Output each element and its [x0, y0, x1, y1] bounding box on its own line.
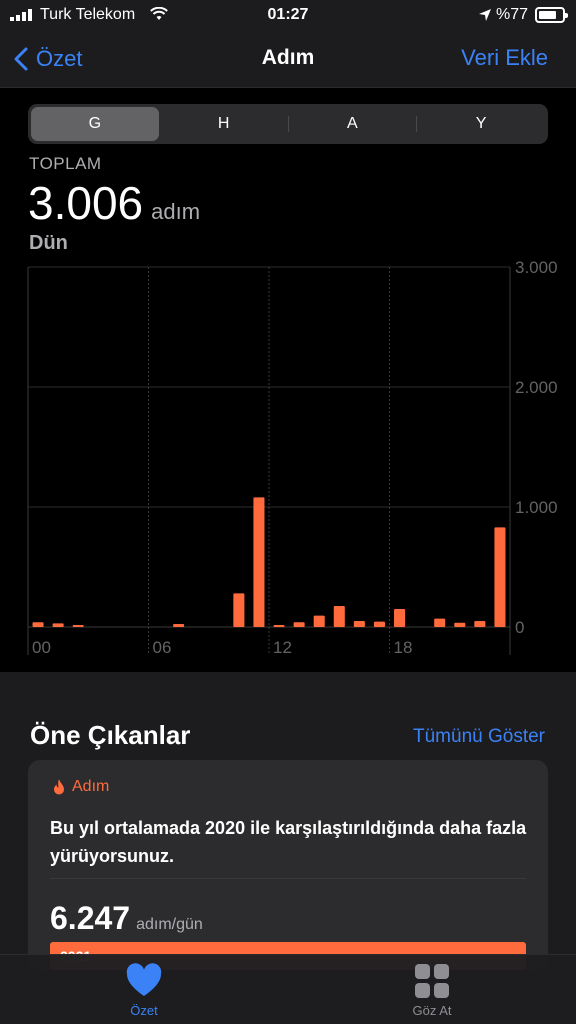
- step-bar: [373, 621, 385, 627]
- average-steps: 6.247 adım/gün: [50, 900, 203, 937]
- battery-percent: %77: [496, 6, 529, 23]
- y-tick-label: 1.000: [515, 498, 558, 517]
- show-all-link[interactable]: Tümünü Göster: [413, 726, 545, 748]
- tab-bar: Özet Göz At: [0, 954, 576, 1024]
- steps-bar-chart[interactable]: 3.0002.0001.000000 06 12 18: [0, 255, 576, 665]
- step-bar: [293, 622, 305, 627]
- step-bar: [474, 621, 486, 627]
- step-bar: [454, 622, 466, 627]
- step-bar: [494, 527, 506, 627]
- average-unit: adım/gün: [136, 916, 203, 933]
- highlight-message: Bu yıl ortalamada 2020 ile karşılaştırıl…: [50, 818, 527, 866]
- period-segmented-control: G H A Y: [28, 104, 548, 144]
- location-arrow-icon: [479, 9, 491, 21]
- step-bar: [32, 622, 44, 627]
- add-data-button[interactable]: Veri Ekle: [461, 45, 548, 71]
- step-bar: [434, 618, 446, 627]
- x-tick-label: 18: [394, 638, 413, 657]
- total-value: 3.006: [28, 177, 144, 229]
- status-bar: Turk Telekom 01:27 %77: [0, 0, 576, 32]
- step-bar: [353, 621, 365, 627]
- flame-icon: [54, 779, 64, 795]
- y-tick-label: 3.000: [515, 258, 558, 277]
- step-bar: [233, 593, 245, 627]
- x-tick-label: 12: [273, 638, 292, 657]
- grid-icon: [415, 964, 449, 998]
- period-label: Dün: [29, 232, 68, 254]
- tab-browse-label: Göz At: [412, 1003, 452, 1018]
- highlight-card[interactable]: Adım Bu yıl ortalamada 2020 ile karşılaş…: [28, 760, 548, 970]
- step-bar: [313, 615, 325, 627]
- step-bar: [52, 623, 64, 627]
- step-bar: [394, 609, 406, 627]
- heart-icon: [126, 963, 162, 996]
- x-tick-label: 06: [153, 638, 172, 657]
- battery-icon: [535, 7, 568, 23]
- step-bar: [72, 625, 84, 627]
- segment-week[interactable]: H: [160, 107, 288, 141]
- step-bar: [173, 624, 185, 627]
- x-tick-label: 00: [32, 638, 51, 657]
- navigation-bar: Özet Adım Veri Ekle: [0, 32, 576, 88]
- step-bar: [333, 606, 345, 627]
- step-bar: [273, 625, 285, 627]
- highlight-tag: Adım: [52, 778, 109, 796]
- total-steps: 3.006 adım: [28, 176, 200, 230]
- segment-month[interactable]: A: [289, 107, 417, 141]
- total-label: TOPLAM: [29, 154, 102, 173]
- total-unit: adım: [151, 199, 201, 224]
- segment-year[interactable]: Y: [417, 107, 545, 141]
- highlights-title: Öne Çıkanlar: [30, 720, 191, 750]
- segment-day[interactable]: G: [31, 107, 159, 141]
- divider: [50, 878, 526, 879]
- y-tick-label: 0: [515, 618, 524, 637]
- highlight-tag-label: Adım: [72, 778, 110, 795]
- tab-summary-label: Özet: [130, 1003, 158, 1018]
- y-tick-label: 2.000: [515, 378, 558, 397]
- average-value: 6.247: [50, 900, 131, 936]
- tab-summary[interactable]: Özet: [84, 963, 204, 1018]
- step-bar: [253, 497, 265, 627]
- tab-browse[interactable]: Göz At: [372, 963, 492, 1018]
